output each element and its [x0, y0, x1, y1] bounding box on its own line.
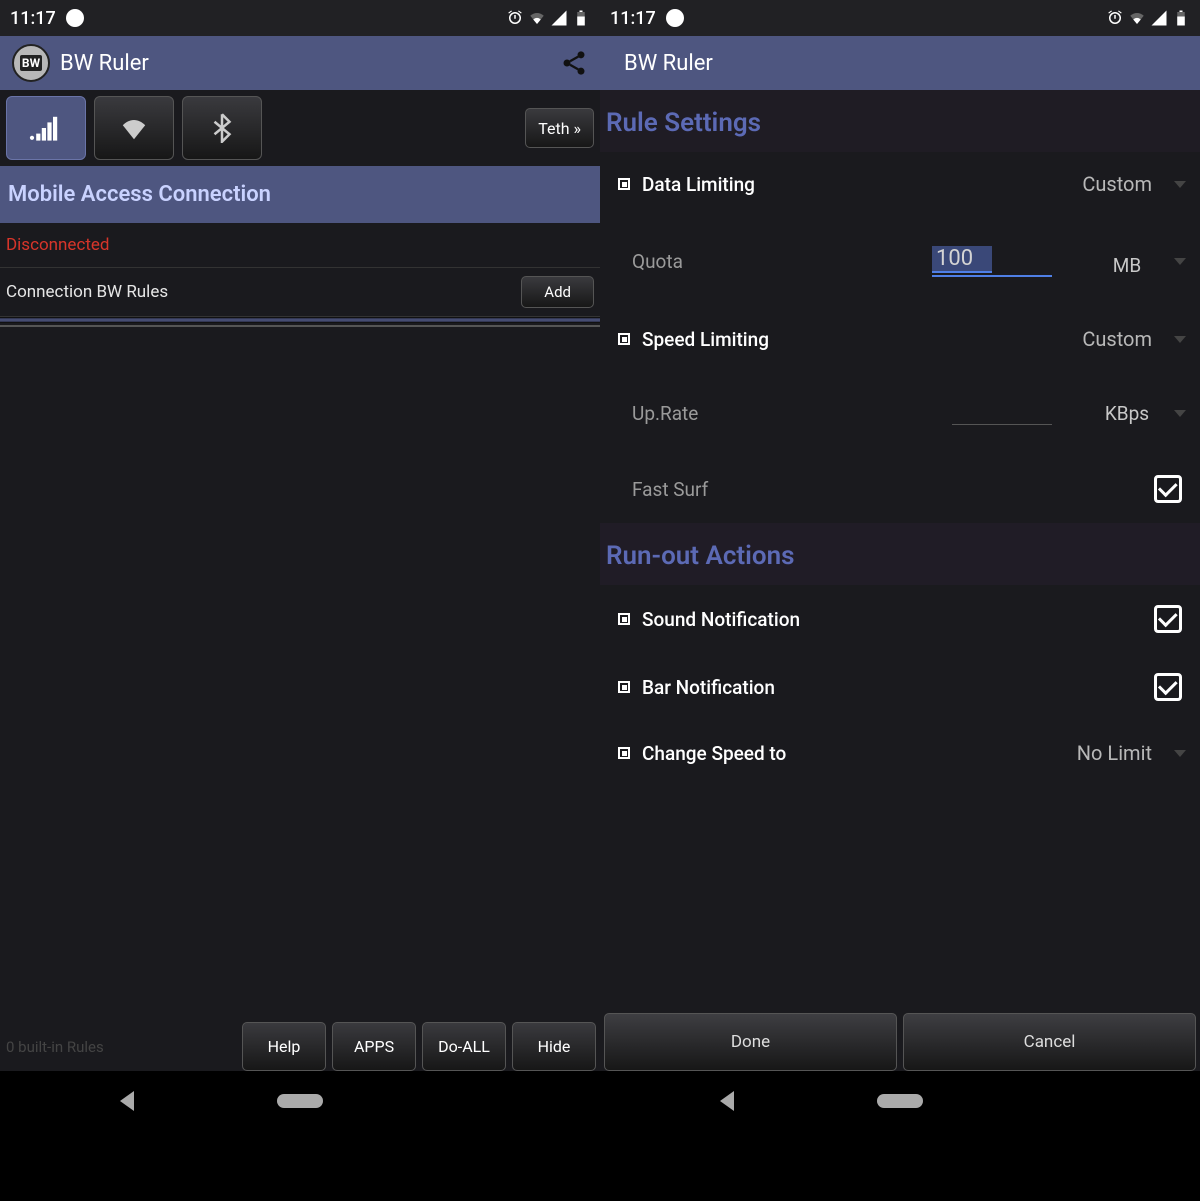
wifi-icon — [1128, 9, 1146, 27]
status-dot-icon — [666, 9, 684, 27]
app-title: BW Ruler — [624, 51, 713, 76]
bw-rules-label: Connection BW Rules — [6, 282, 168, 302]
wifi-icon — [528, 9, 546, 27]
back-icon[interactable] — [720, 1091, 734, 1111]
speed-limiting-row[interactable]: Speed Limiting Custom — [600, 307, 1200, 371]
bottom-toolbar: 0 built-in Rules Help APPS Do-ALL Hide — [0, 1022, 600, 1071]
bar-notification-checkbox[interactable] — [1154, 673, 1182, 701]
bullet-icon — [618, 747, 630, 759]
status-icons — [1106, 9, 1190, 27]
quota-unit[interactable]: MB — [1102, 254, 1152, 277]
back-icon[interactable] — [120, 1091, 134, 1111]
done-button[interactable]: Done — [604, 1013, 897, 1071]
up-rate-row[interactable]: Up.Rate KBps — [600, 371, 1200, 455]
divider — [0, 325, 600, 327]
sound-notification-checkbox[interactable] — [1154, 605, 1182, 633]
data-limiting-row[interactable]: Data Limiting Custom — [600, 152, 1200, 216]
battery-icon — [1172, 9, 1190, 27]
data-limiting-label: Data Limiting — [642, 173, 755, 196]
bar-notification-row[interactable]: Bar Notification — [600, 653, 1200, 721]
nav-bar — [0, 1071, 600, 1131]
clock: 11:17 — [610, 8, 656, 29]
up-rate-label: Up.Rate — [632, 402, 698, 425]
status-bar: 11:17 — [600, 0, 1200, 36]
app-bar: BW Ruler — [600, 36, 1200, 90]
quota-label: Quota — [632, 250, 683, 273]
right-screen: 11:17 BW Ruler Rule Settings Data Limiti… — [600, 0, 1200, 1201]
sound-notification-label: Sound Notification — [642, 608, 800, 631]
alarm-icon — [506, 9, 524, 27]
section-header: Mobile Access Connection — [0, 166, 600, 223]
connection-type-toolbar: Teth » — [0, 90, 600, 166]
nav-bar — [600, 1071, 1200, 1131]
bottom-filler — [600, 1131, 1200, 1201]
change-speed-label: Change Speed to — [642, 742, 786, 765]
quota-input[interactable]: 100 — [932, 246, 992, 273]
bullet-icon — [618, 613, 630, 625]
add-button[interactable]: Add — [521, 276, 594, 308]
cancel-button[interactable]: Cancel — [903, 1013, 1196, 1071]
signal-icon — [1150, 9, 1168, 27]
mobile-data-button[interactable] — [6, 96, 86, 160]
bluetooth-button[interactable] — [182, 96, 262, 160]
chevron-down-icon — [1174, 410, 1186, 417]
battery-icon — [572, 9, 590, 27]
bullet-icon — [618, 178, 630, 190]
up-rate-input[interactable] — [952, 401, 1052, 425]
alarm-icon — [1106, 9, 1124, 27]
share-icon[interactable] — [560, 49, 588, 77]
change-speed-row[interactable]: Change Speed to No Limit — [600, 721, 1200, 785]
change-speed-value: No Limit — [1077, 741, 1182, 765]
wifi-icon — [117, 114, 151, 142]
divider — [0, 317, 600, 323]
fast-surf-label: Fast Surf — [632, 478, 708, 501]
home-pill-icon[interactable] — [877, 1094, 923, 1108]
chevron-down-icon — [1174, 181, 1186, 188]
quota-row[interactable]: Quota 100 MB — [600, 216, 1200, 307]
clock: 11:17 — [10, 8, 56, 29]
speed-limiting-label: Speed Limiting — [642, 328, 769, 351]
rule-settings-header: Rule Settings — [600, 90, 1200, 152]
wifi-button[interactable] — [94, 96, 174, 160]
bluetooth-icon — [210, 113, 234, 143]
hide-button[interactable]: Hide — [512, 1022, 596, 1071]
connection-status: Disconnected — [0, 223, 600, 268]
bullet-icon — [618, 333, 630, 345]
chevron-down-icon — [1174, 258, 1186, 265]
chevron-down-icon — [1174, 750, 1186, 757]
bottom-toolbar: Done Cancel — [600, 1013, 1200, 1071]
status-bar: 11:17 — [0, 0, 600, 36]
status-dot-icon — [66, 9, 84, 27]
chevron-down-icon — [1174, 336, 1186, 343]
left-screen: 11:17 BW BW Ruler Teth » Mobile Access C… — [0, 0, 600, 1201]
runout-actions-header: Run-out Actions — [600, 523, 1200, 585]
app-bar: BW BW Ruler — [0, 36, 600, 90]
apps-button[interactable]: APPS — [332, 1022, 416, 1071]
builtin-rules-count: 0 built-in Rules — [4, 1038, 104, 1056]
bottom-filler — [0, 1131, 600, 1201]
help-button[interactable]: Help — [242, 1022, 326, 1071]
app-title: BW Ruler — [60, 51, 149, 76]
up-rate-unit[interactable]: KBps — [1102, 402, 1152, 425]
signal-icon — [550, 9, 568, 27]
bullet-icon — [618, 681, 630, 693]
fast-surf-row[interactable]: Fast Surf — [600, 455, 1200, 523]
data-limiting-value: Custom — [1082, 172, 1182, 196]
home-pill-icon[interactable] — [277, 1094, 323, 1108]
speed-limiting-value: Custom — [1082, 327, 1182, 351]
tethering-button[interactable]: Teth » — [525, 108, 594, 148]
fast-surf-checkbox[interactable] — [1154, 475, 1182, 503]
sound-notification-row[interactable]: Sound Notification — [600, 585, 1200, 653]
bw-rules-row: Connection BW Rules Add — [0, 268, 600, 317]
status-icons — [506, 9, 590, 27]
signal-bars-icon — [29, 114, 63, 142]
bar-notification-label: Bar Notification — [642, 676, 775, 699]
do-all-button[interactable]: Do-ALL — [422, 1022, 506, 1071]
app-logo-icon: BW — [12, 44, 50, 82]
